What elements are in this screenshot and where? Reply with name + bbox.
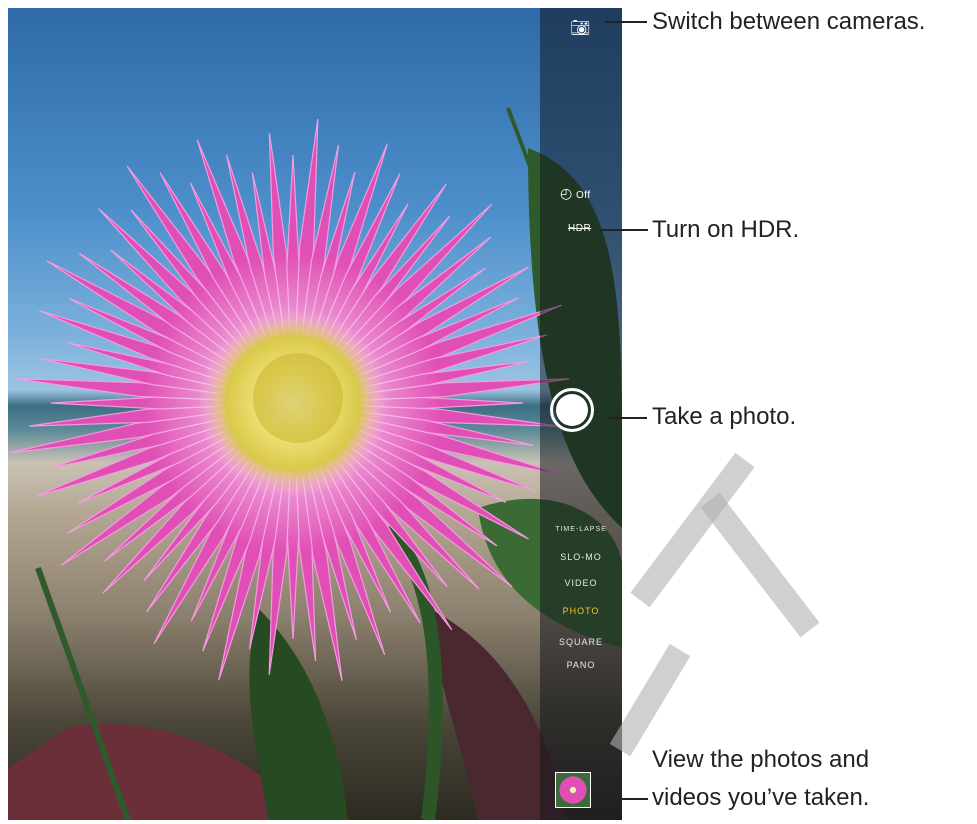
callout-gallery-line1: View the photos and <box>652 746 870 773</box>
mode-time-lapse[interactable]: TIME-LAPSE <box>540 526 622 534</box>
mode-pano[interactable]: PANO <box>540 660 622 670</box>
callout-line-gallery <box>593 798 648 800</box>
callout-line-hdr <box>600 229 648 231</box>
shutter-button[interactable] <box>550 388 594 432</box>
timer-button[interactable]: ◴ Off <box>560 185 591 202</box>
flower-photo <box>8 107 622 820</box>
camera-viewfinder[interactable]: 📷︎ ◴ Off HDR TIME-LAPSE SLO-MO VIDEO PHO… <box>8 8 622 820</box>
callout-switch-camera: Switch between cameras. <box>652 8 926 35</box>
hdr-button[interactable]: HDR <box>568 223 591 234</box>
mode-video[interactable]: VIDEO <box>540 578 622 588</box>
callout-line-shutter <box>607 417 647 419</box>
gallery-thumbnail[interactable] <box>555 772 591 808</box>
timer-icon: ◴ <box>560 185 573 201</box>
timer-label: Off <box>576 190 591 201</box>
switch-camera-icon[interactable]: 📷︎ <box>570 18 591 38</box>
callout-line-switch-camera <box>605 21 647 23</box>
mode-square[interactable]: SQUARE <box>540 637 622 647</box>
mode-photo[interactable]: PHOTO <box>540 606 622 616</box>
callout-gallery-line2: videos you’ve taken. <box>652 784 870 811</box>
mode-slo-mo[interactable]: SLO-MO <box>540 552 622 562</box>
callout-shutter: Take a photo. <box>652 403 797 430</box>
callout-hdr: Turn on HDR. <box>652 216 800 243</box>
